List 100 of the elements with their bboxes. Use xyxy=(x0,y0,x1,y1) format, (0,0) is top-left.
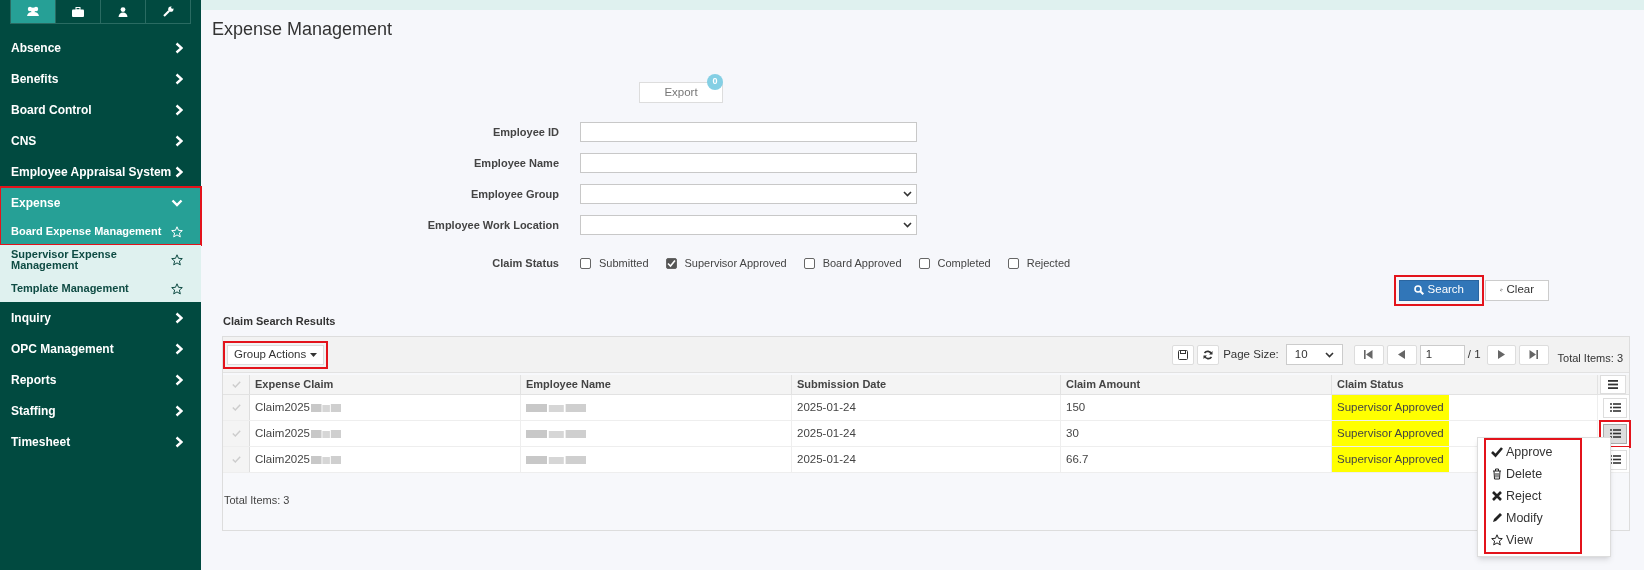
total-items: Total Items: 3 xyxy=(224,493,290,508)
chevron-down-icon xyxy=(903,222,912,228)
search-icon xyxy=(1413,285,1424,295)
last-page-button[interactable] xyxy=(1518,344,1549,365)
chevron-right-icon xyxy=(175,342,183,355)
sidebar-item[interactable]: Reports xyxy=(0,364,201,395)
group-actions-button[interactable]: Group Actions xyxy=(227,344,325,365)
checkbox-label: Completed xyxy=(937,256,991,271)
menu-item[interactable]: View xyxy=(1486,529,1580,551)
column-menu-button[interactable] xyxy=(1600,375,1626,394)
checkbox[interactable] xyxy=(918,257,930,269)
first-page-button[interactable] xyxy=(1353,344,1384,365)
checkbox-label: Rejected xyxy=(1026,256,1071,271)
field-label: Claim Status xyxy=(491,256,559,271)
first-page-icon xyxy=(1364,350,1374,359)
person-icon xyxy=(118,6,128,17)
sidebar-item[interactable]: Absence xyxy=(0,32,201,63)
column-header: Employee Name xyxy=(521,375,792,394)
sidebar-item[interactable]: Timesheet xyxy=(0,426,201,457)
previous-icon xyxy=(1398,350,1406,359)
field-label: Employee Work Location xyxy=(426,217,559,233)
chevron-right-icon xyxy=(175,72,183,85)
count-badge: 0 xyxy=(707,74,723,90)
status-text: Supervisor Approved xyxy=(1332,447,1449,472)
chevron-right-icon xyxy=(175,134,183,147)
chevron-right-icon xyxy=(175,103,183,116)
chevron-right-icon xyxy=(175,404,183,417)
total-items: Total Items: 3 xyxy=(1557,351,1623,367)
field-label: Employee Name xyxy=(473,155,559,171)
page-size-label: Page Size: xyxy=(1223,346,1279,362)
blurred-text xyxy=(311,428,341,439)
table-cell: 2025-01-24 xyxy=(792,395,1061,420)
section-title: Claim Search Results xyxy=(223,313,337,329)
column-header: Submission Date xyxy=(792,375,1061,394)
sidebar-item[interactable]: Employee Appraisal System xyxy=(0,156,201,187)
trash-icon xyxy=(1491,468,1503,480)
chevron-right-icon xyxy=(175,165,183,178)
dropdown-field[interactable] xyxy=(580,215,917,235)
page-total: / 1 xyxy=(1467,346,1481,362)
input-field[interactable] xyxy=(580,122,917,142)
blurred-text xyxy=(311,402,341,413)
menu-item[interactable]: Delete xyxy=(1486,463,1580,485)
briefcase-icon xyxy=(72,6,84,17)
dropdown-field[interactable] xyxy=(580,184,917,204)
pencil-icon xyxy=(1491,512,1503,524)
sidebar-item[interactable]: Inquiry xyxy=(0,302,201,333)
input-field[interactable] xyxy=(580,153,917,173)
column-header: Expense Claim xyxy=(250,375,521,394)
next-icon xyxy=(1497,350,1505,359)
column-header: Claim Status xyxy=(1332,375,1598,394)
list-icon xyxy=(1609,455,1621,464)
clear-button[interactable]: Clear xyxy=(1485,279,1549,301)
status-text: Supervisor Approved xyxy=(1332,421,1449,446)
field-label: Employee Group xyxy=(469,186,559,202)
checkbox[interactable] xyxy=(580,257,591,269)
chevron-right-icon xyxy=(175,41,183,54)
status-text: Supervisor Approved xyxy=(1332,395,1449,420)
submenu-item[interactable]: Supervisor Expense Management xyxy=(0,245,201,275)
page-title: Expense Management xyxy=(212,18,394,41)
search-button[interactable]: Search xyxy=(1398,279,1479,301)
submenu-item[interactable]: Template Management xyxy=(0,275,201,302)
sidebar-item[interactable]: OPC Management xyxy=(0,333,201,364)
sidebar-item[interactable]: Board Control xyxy=(0,94,201,125)
wrench-icon xyxy=(162,6,174,17)
save-button[interactable] xyxy=(1172,344,1195,365)
blurred-text xyxy=(526,454,586,465)
field-label: Employee ID xyxy=(491,124,559,140)
column-header: Claim Amount xyxy=(1061,375,1332,394)
next-page-button[interactable] xyxy=(1486,344,1516,365)
list-icon xyxy=(1609,429,1621,438)
blurred-text xyxy=(311,454,341,465)
checkbox[interactable] xyxy=(665,257,677,269)
check-icon xyxy=(231,456,241,463)
menu-item[interactable]: Reject xyxy=(1486,485,1580,507)
blurred-text xyxy=(526,402,586,413)
menu-item[interactable]: Modify xyxy=(1486,507,1580,529)
checkbox-label: Submitted xyxy=(599,256,649,271)
sidebar-item[interactable]: Benefits xyxy=(0,63,201,94)
sidebar-item[interactable]: CNS xyxy=(0,125,201,156)
page-size-dropdown[interactable]: 10 xyxy=(1285,344,1343,365)
page-number-field[interactable]: 1 xyxy=(1419,344,1465,365)
list-icon xyxy=(1609,403,1621,412)
checkbox[interactable] xyxy=(803,257,815,269)
chevron-down-icon xyxy=(171,198,183,207)
table-cell-text: Claim2025 xyxy=(255,399,310,415)
people-icon xyxy=(26,6,40,17)
chevron-down-icon xyxy=(903,191,912,197)
sidebar-item[interactable]: Staffing xyxy=(0,395,201,426)
star-icon xyxy=(171,225,183,238)
checkbox-label: Supervisor Approved xyxy=(684,256,787,271)
table-cell: 2025-01-24 xyxy=(792,447,1061,472)
refresh-button[interactable] xyxy=(1197,344,1220,365)
menu-item[interactable]: Approve xyxy=(1486,441,1580,463)
star-icon xyxy=(171,282,183,295)
close-icon xyxy=(1491,490,1503,502)
table-cell-text: Claim2025 xyxy=(255,451,310,467)
checkbox[interactable] xyxy=(1007,257,1019,269)
previous-page-button[interactable] xyxy=(1386,344,1417,365)
chevron-right-icon xyxy=(175,311,183,324)
checkbox-label: Board Approved xyxy=(822,256,902,271)
